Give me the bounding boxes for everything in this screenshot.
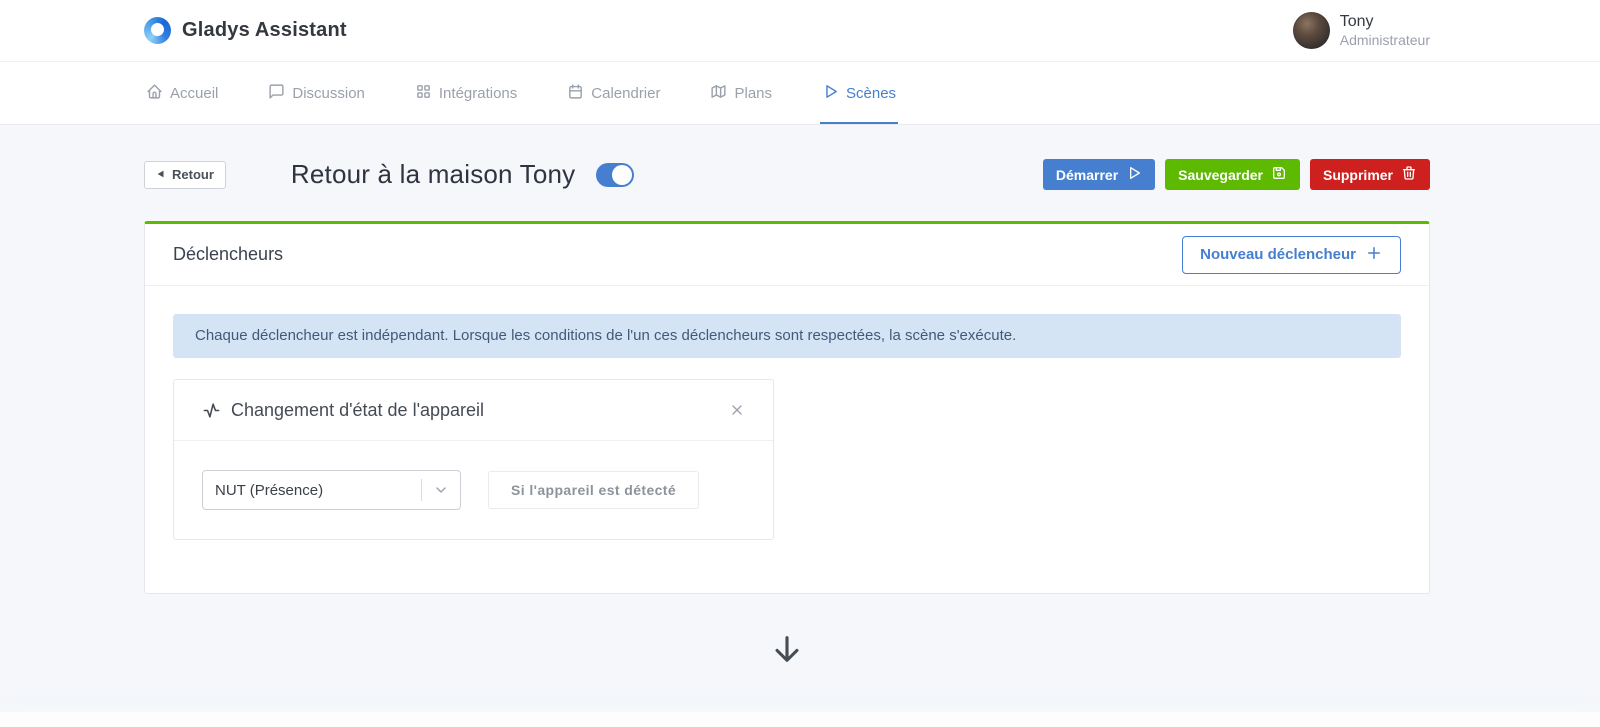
new-trigger-button[interactable]: Nouveau déclencheur — [1182, 235, 1401, 274]
nav-item-calendrier[interactable]: Calendrier — [565, 62, 662, 124]
nav-label: Scènes — [846, 84, 897, 102]
scene-enabled-toggle[interactable] — [596, 162, 635, 187]
avatar[interactable] — [1292, 12, 1330, 49]
page-header-row: Retour Retour à la maison Tony Démarrer … — [144, 159, 1430, 190]
back-button-label: Retour — [172, 167, 214, 182]
close-icon[interactable] — [729, 402, 745, 418]
bottom-strip — [0, 712, 1600, 727]
save-button[interactable]: Sauvegarder — [1165, 159, 1300, 190]
start-button-label: Démarrer — [1055, 166, 1119, 183]
flow-arrow-row — [144, 632, 1430, 671]
trigger-item-header: Changement d'état de l'appareil — [174, 380, 773, 442]
delete-button[interactable]: Supprimer — [1309, 159, 1430, 190]
activity-icon — [203, 403, 220, 418]
home-icon — [146, 83, 163, 104]
floppy-icon — [1271, 165, 1287, 184]
save-button-label: Sauvegarder — [1178, 166, 1263, 183]
user-role: Administrateur — [1339, 31, 1430, 48]
brand[interactable]: Gladys Assistant — [144, 17, 347, 44]
nav-label: Discussion — [292, 84, 365, 102]
new-trigger-label: Nouveau déclencheur — [1200, 246, 1356, 263]
trigger-item: Changement d'état de l'appareil NUT (Pré… — [173, 379, 774, 541]
plus-icon — [1365, 244, 1383, 266]
nav-label: Calendrier — [591, 84, 661, 102]
trigger-info-alert: Chaque déclencheur est indépendant. Lors… — [173, 314, 1401, 359]
condition-button[interactable]: Si l'appareil est détecté — [488, 471, 700, 510]
gladys-logo-icon — [144, 17, 171, 44]
back-button[interactable]: Retour — [144, 160, 226, 189]
nav-item-accueil[interactable]: Accueil — [144, 62, 220, 124]
top-header: Gladys Assistant Tony Administrateur — [0, 0, 1600, 62]
triggers-card-header: Déclencheurs Nouveau déclencheur — [145, 224, 1429, 286]
triggers-card-title: Déclencheurs — [173, 244, 284, 264]
triggers-card-body: Chaque déclencheur est indépendant. Lors… — [145, 286, 1429, 593]
delete-button-label: Supprimer — [1322, 166, 1393, 183]
app-title: Gladys Assistant — [182, 19, 347, 41]
back-triangle-icon — [156, 167, 166, 182]
device-select[interactable]: NUT (Présence) — [202, 470, 461, 511]
message-icon — [268, 83, 285, 104]
trigger-item-title: Changement d'état de l'appareil — [231, 399, 485, 420]
start-button[interactable]: Démarrer — [1042, 159, 1156, 190]
map-icon — [710, 83, 727, 104]
nav-label: Plans — [734, 84, 773, 102]
user-menu[interactable]: Tony Administrateur — [1292, 12, 1430, 50]
nav-item-plans[interactable]: Plans — [708, 62, 774, 124]
play-icon — [822, 83, 839, 104]
chevron-down-icon[interactable] — [422, 482, 460, 498]
grid-icon — [415, 83, 432, 104]
device-select-value: NUT (Présence) — [215, 481, 324, 499]
user-name: Tony — [1339, 12, 1374, 30]
toggle-knob — [612, 164, 633, 185]
trash-icon — [1401, 165, 1417, 184]
nav-item-integrations[interactable]: Intégrations — [413, 62, 519, 124]
main-nav: Accueil Discussion Intégrations Calendri… — [0, 62, 1600, 125]
play-outline-icon — [1126, 165, 1142, 184]
scene-page: Retour Retour à la maison Tony Démarrer … — [144, 125, 1430, 671]
triggers-card: Déclencheurs Nouveau déclencheur Chaque … — [144, 221, 1430, 595]
nav-label: Accueil — [170, 84, 219, 102]
nav-label: Intégrations — [438, 84, 518, 102]
page-title: Retour à la maison Tony — [290, 159, 576, 189]
nav-item-scenes[interactable]: Scènes — [820, 62, 899, 124]
arrow-down-icon — [770, 632, 804, 671]
trigger-item-body: NUT (Présence) Si l'appareil est détecté — [174, 441, 773, 539]
calendar-icon — [567, 83, 584, 104]
nav-item-discussion[interactable]: Discussion — [266, 62, 367, 124]
